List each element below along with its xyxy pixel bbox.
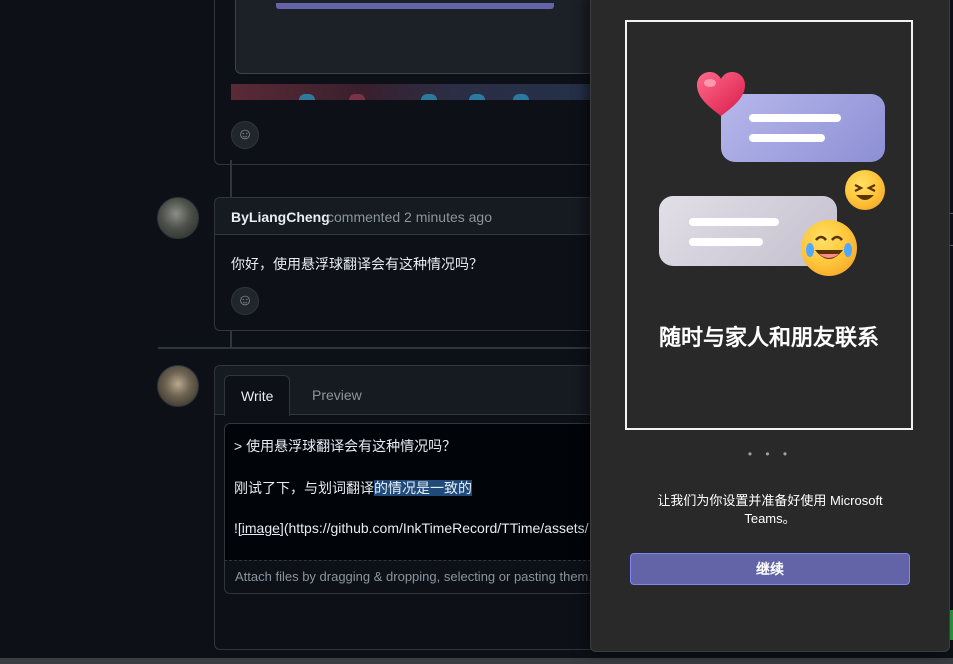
tab-write[interactable]: Write	[224, 375, 291, 416]
reply-text: 刚试了下，与划词翻译	[234, 480, 374, 496]
tab-preview[interactable]: Preview	[296, 375, 378, 414]
pager-dots[interactable]: • • •	[591, 447, 949, 461]
image-markdown-line: ![image](https://github.com/InkTimeRecor…	[234, 520, 589, 536]
welcome-headline: 随时与家人和朋友联系	[658, 325, 879, 350]
comment-meta: commented 2 minutes ago	[327, 209, 492, 225]
comment-card: ByLiangCheng commented 2 minutes ago 你好，…	[214, 197, 616, 331]
reply-line: 刚试了下，与划词翻译的情况是一致的	[234, 478, 472, 498]
text-bar	[689, 238, 763, 246]
comment-textarea[interactable]: > 使用悬浮球翻译会有这种情况吗？ 刚试了下，与划词翻译的情况是一致的 ![im…	[224, 423, 606, 561]
selected-text: 的情况是一致的	[374, 480, 472, 496]
welcome-illustration: 随时与家人和朋友联系	[625, 20, 913, 430]
preview-accent-bar	[276, 3, 554, 9]
comment-body: 你好，使用悬浮球翻译会有这种情况吗？	[231, 256, 483, 272]
comment-editor: Write Preview > 使用悬浮球翻译会有这种情况吗？ 刚试了下，与划词…	[214, 365, 616, 650]
text-bar	[749, 134, 825, 142]
editor-tabs: Write Preview	[215, 366, 615, 416]
embedded-preview	[235, 0, 597, 74]
heart-icon	[697, 72, 745, 116]
quote-line: > 使用悬浮球翻译会有这种情况吗？	[234, 438, 457, 454]
laughing-emoji-icon	[845, 170, 885, 210]
avatar[interactable]	[157, 197, 199, 239]
smiley-icon[interactable]: ☺	[231, 287, 259, 315]
image-strip	[231, 84, 601, 100]
attach-files-bar[interactable]: Attach files by dragging & dropping, sel…	[224, 560, 606, 594]
smiley-icon[interactable]: ☺	[231, 121, 259, 149]
timeline-connector	[230, 160, 232, 200]
comment-header: ByLiangCheng commented 2 minutes ago	[215, 198, 615, 235]
image-link-text: [image]	[237, 520, 284, 536]
comment-time[interactable]: 2 minutes ago	[404, 209, 492, 225]
image-url: (https://github.com/InkTimeRecord/TTime/…	[283, 520, 589, 536]
setup-description: 让我们为你设置并准备好使用 Microsoft Teams。	[657, 493, 883, 526]
attach-hint: Attach files by dragging & dropping, sel…	[235, 569, 592, 584]
teams-welcome-panel: 随时与家人和朋友联系 • • • 让我们为你设置并准备好使用 Microsoft…	[590, 0, 950, 652]
text-bar	[749, 114, 841, 122]
timeline-connector	[230, 330, 232, 348]
horizontal-scrollbar[interactable]	[0, 658, 953, 664]
comment-action: commented	[327, 209, 401, 225]
joy-emoji-icon	[801, 220, 857, 276]
comment-author[interactable]: ByLiangCheng	[231, 209, 330, 225]
text-bar	[689, 218, 779, 226]
avatar[interactable]	[157, 365, 199, 407]
timeline-divider	[158, 347, 598, 349]
continue-button[interactable]: 继续	[630, 553, 910, 585]
